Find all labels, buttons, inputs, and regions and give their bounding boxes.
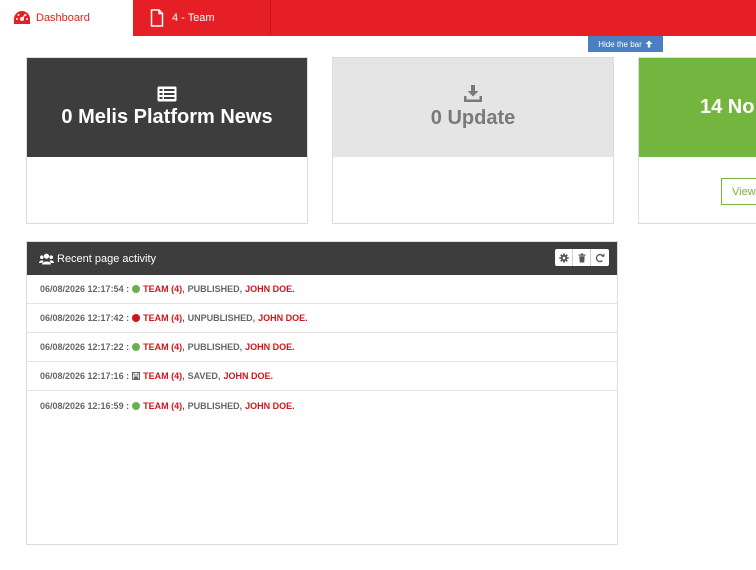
status-unpublished-icon — [132, 314, 141, 322]
activity-list: 06/08/2026 12:17:54 : TEAM (4), PUBLISHE… — [27, 275, 617, 420]
delete-button[interactable] — [573, 249, 591, 266]
hide-bar-label: Hide the bar — [598, 39, 642, 49]
activity-row: 06/08/2026 12:17:42 : TEAM (4), UNPUBLIS… — [27, 304, 617, 333]
news-card[interactable]: 0 Melis Platform News — [26, 57, 308, 224]
activity-date: 06/08/2026 12:17:42 : — [40, 313, 130, 323]
activity-row: 06/08/2026 12:17:54 : TEAM (4), PUBLISHE… — [27, 275, 617, 304]
refresh-button[interactable] — [591, 249, 609, 266]
recent-activity-title: Recent page activity — [57, 252, 157, 265]
status-published-icon — [132, 401, 141, 410]
status-published-icon — [132, 285, 141, 293]
activity-comma: , — [182, 400, 185, 411]
tab-dashboard-label: Dashboard — [36, 12, 90, 24]
panel-toolbar — [555, 249, 609, 266]
download-icon — [464, 85, 482, 102]
update-card-header: 0 Update — [333, 58, 613, 157]
arrow-up-icon — [645, 40, 653, 48]
activity-comma: , — [182, 284, 185, 294]
save-icon — [132, 372, 141, 380]
activity-comma: , — [182, 313, 185, 323]
update-card-title: 0 Update — [430, 107, 516, 129]
tab-team-label: 4 - Team — [172, 12, 215, 24]
activity-page-link[interactable]: TEAM (4) — [143, 284, 182, 294]
app-root: Dashboard 4 - Team Hide the bar 0 Melis … — [0, 0, 756, 570]
notifications-card[interactable]: 14 No View — [638, 57, 756, 224]
activity-user[interactable]: JOHN DOE. — [245, 401, 295, 411]
activity-date: 06/08/2026 12:16:59 : — [40, 400, 130, 411]
trash-icon — [578, 253, 585, 262]
activity-date: 06/08/2026 12:17:16 : — [40, 371, 130, 381]
tab-team[interactable]: 4 - Team — [133, 0, 271, 36]
recent-activity-header: Recent page activity — [27, 242, 617, 275]
tab-dashboard[interactable]: Dashboard — [0, 0, 133, 36]
activity-user[interactable]: JOHN DOE. — [223, 371, 273, 381]
hide-bar-button[interactable]: Hide the bar — [588, 36, 663, 52]
settings-button[interactable] — [555, 249, 573, 266]
newspaper-icon — [157, 86, 177, 102]
activity-row: 06/08/2026 12:17:22 : TEAM (4), PUBLISHE… — [27, 333, 617, 362]
activity-action: PUBLISHED, — [187, 400, 243, 411]
news-card-title: 0 Melis Platform News — [61, 106, 273, 128]
activity-action: UNPUBLISHED, — [187, 313, 256, 323]
activity-user[interactable]: JOHN DOE. — [258, 313, 308, 323]
refresh-icon — [595, 252, 605, 262]
view-button[interactable]: View — [721, 178, 756, 205]
activity-user[interactable]: JOHN DOE. — [245, 342, 295, 352]
activity-page-link[interactable]: TEAM (4) — [143, 342, 182, 352]
notifications-card-header: 14 No — [639, 58, 756, 157]
status-published-icon — [132, 343, 141, 351]
activity-comma: , — [182, 342, 185, 352]
activity-row: 06/08/2026 12:16:59 : TEAM (4), PUBLISHE… — [27, 391, 617, 420]
activity-comma: , — [182, 371, 185, 381]
activity-row: 06/08/2026 12:17:16 : TEAM (4), SAVED, J… — [27, 362, 617, 391]
activity-action: PUBLISHED, — [187, 284, 243, 294]
gear-icon — [558, 252, 569, 263]
activity-action: SAVED, — [187, 371, 221, 381]
top-tab-bar: Dashboard 4 - Team — [0, 0, 756, 36]
activity-page-link[interactable]: TEAM (4) — [143, 371, 182, 381]
activity-date: 06/08/2026 12:17:22 : — [40, 342, 130, 352]
activity-page-link[interactable]: TEAM (4) — [143, 313, 182, 323]
news-card-header: 0 Melis Platform News — [27, 58, 307, 157]
speedometer-icon — [14, 11, 30, 24]
update-card[interactable]: 0 Update — [332, 57, 614, 224]
activity-user[interactable]: JOHN DOE. — [245, 284, 295, 294]
activity-action: PUBLISHED, — [187, 342, 243, 352]
document-icon — [150, 9, 164, 27]
recent-activity-panel: Recent page activity 06/08/2026 12:17:54… — [26, 241, 618, 545]
notifications-card-title: 14 No — [700, 96, 755, 118]
activity-date: 06/08/2026 12:17:54 : — [40, 284, 130, 294]
users-icon — [39, 253, 54, 264]
activity-page-link[interactable]: TEAM (4) — [143, 401, 182, 411]
